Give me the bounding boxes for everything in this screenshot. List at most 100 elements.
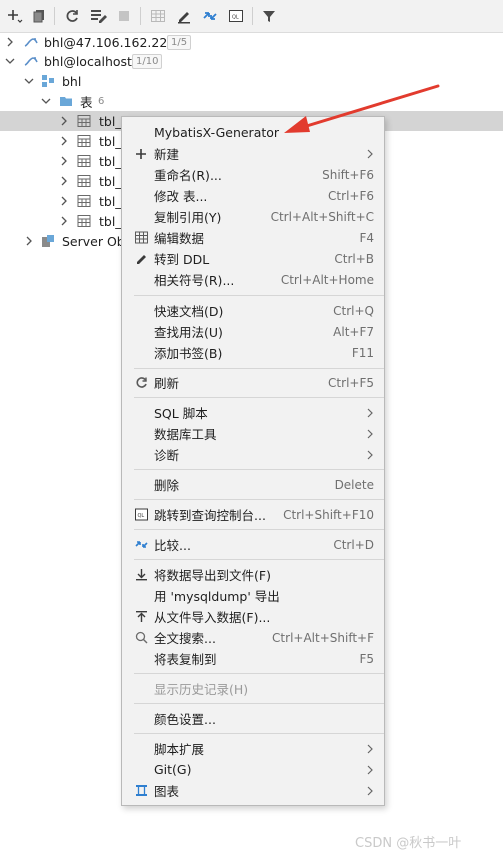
download-icon [134, 568, 148, 582]
schema-icon [42, 75, 54, 87]
pencil-icon [134, 252, 148, 266]
folder-icon [60, 97, 72, 106]
menu-item-jump-to-console[interactable]: QL 跳转到查询控制台... Ctrl+Shift+F10 [122, 504, 384, 525]
datasource-label: bhl@localhost [44, 53, 132, 69]
add-icon[interactable] [5, 6, 25, 26]
tree-row-local-datasource[interactable]: bhl@localhost 1/10 [0, 51, 503, 71]
properties-icon[interactable] [89, 6, 109, 26]
mysql-datasource-icon [24, 57, 38, 66]
menu-item-git[interactable]: Git(G) [122, 759, 384, 780]
menu-item-mysqldump-export[interactable]: 用 'mysqldump' 导出 [122, 585, 384, 606]
menu-item-sql-scripts[interactable]: SQL 脚本 [122, 402, 384, 423]
menu-separator [134, 529, 384, 530]
refresh-icon [134, 376, 148, 390]
menu-item-compare[interactable]: 比较... Ctrl+D [122, 534, 384, 555]
sql-console-icon: QL [134, 508, 148, 522]
table-count: 6 [98, 95, 105, 107]
menu-separator [134, 703, 384, 704]
menu-item-delete[interactable]: 删除 Delete [122, 474, 384, 495]
upload-icon [134, 610, 148, 624]
menu-item-goto-ddl[interactable]: 转到 DDL Ctrl+B [122, 248, 384, 269]
edit-icon[interactable] [174, 6, 194, 26]
menu-item-add-bookmark[interactable]: 添加书签(B) F11 [122, 342, 384, 363]
menu-item-related-symbols[interactable]: 相关符号(R)... Ctrl+Alt+Home [122, 269, 384, 290]
menu-item-edit-data[interactable]: 编辑数据 F4 [122, 227, 384, 248]
schema-label: bhl [62, 73, 82, 89]
table-icon [77, 115, 91, 127]
menu-item-full-text-search[interactable]: 全文搜索... Ctrl+Alt+Shift+F [122, 627, 384, 648]
compare-icon [134, 538, 148, 552]
menu-item-rename[interactable]: 重命名(R)... Shift+F6 [122, 164, 384, 185]
chevron-right-icon[interactable] [24, 236, 34, 246]
toolbar: QL [0, 0, 503, 33]
stop-icon [114, 6, 134, 26]
chevron-right-icon[interactable] [59, 156, 69, 166]
menu-item-quick-doc[interactable]: 快速文档(D) Ctrl+Q [122, 300, 384, 321]
chevron-down-icon[interactable] [24, 76, 34, 86]
menu-separator [134, 499, 384, 500]
menu-separator [134, 559, 384, 560]
submenu-arrow-icon [367, 429, 373, 438]
sql-console-icon[interactable]: QL [226, 6, 246, 26]
chevron-right-icon[interactable] [59, 196, 69, 206]
svg-text:QL: QL [232, 15, 239, 21]
tree-row-remote-datasource[interactable]: bhl@47.106.162.222 1/5 [0, 32, 503, 52]
tree-row-schema[interactable]: bhl [0, 71, 503, 91]
datasource-label: bhl@47.106.162.222 [44, 34, 176, 50]
table-icon [77, 135, 91, 147]
menu-item-diagnostics[interactable]: 诊断 [122, 444, 384, 465]
chevron-down-icon[interactable] [5, 56, 15, 66]
menu-item-mybatisx-generator[interactable]: MybatisX-Generator [122, 122, 384, 143]
menu-item-new[interactable]: 新建 [122, 143, 384, 164]
context-menu: MybatisX-Generator 新建 重命名(R)... Shift+F6… [121, 116, 385, 806]
submenu-arrow-icon [367, 450, 373, 459]
menu-item-color-settings[interactable]: 颜色设置... [122, 708, 384, 729]
plus-icon [134, 147, 148, 161]
menu-item-database-tools[interactable]: 数据库工具 [122, 423, 384, 444]
chevron-right-icon[interactable] [59, 116, 69, 126]
menu-separator [134, 733, 384, 734]
chevron-right-icon[interactable] [5, 37, 15, 47]
chevron-right-icon[interactable] [59, 136, 69, 146]
menu-separator [134, 397, 384, 398]
search-icon [134, 631, 148, 645]
submenu-arrow-icon [367, 408, 373, 417]
filter-icon[interactable] [259, 6, 279, 26]
schema-count-badge: 1/10 [132, 53, 163, 69]
submenu-arrow-icon [367, 744, 373, 753]
table-icon [77, 195, 91, 207]
mysql-datasource-icon [24, 38, 38, 47]
chevron-down-icon[interactable] [41, 96, 51, 106]
refresh-icon[interactable] [62, 6, 82, 26]
server-objects-label: Server Ob [62, 233, 125, 249]
menu-item-export-to-file[interactable]: 将数据导出到文件(F) [122, 564, 384, 585]
chevron-right-icon[interactable] [59, 216, 69, 226]
menu-separator [134, 295, 384, 296]
menu-item-refresh[interactable]: 刷新 Ctrl+F5 [122, 372, 384, 393]
menu-item-find-usages[interactable]: 查找用法(U) Alt+F7 [122, 321, 384, 342]
schema-count-badge: 1/5 [167, 34, 192, 50]
svg-text:QL: QL [137, 513, 144, 519]
table-label: tbl_ [99, 113, 122, 129]
menu-item-copy-reference[interactable]: 复制引用(Y) Ctrl+Alt+Shift+C [122, 206, 384, 227]
menu-separator [134, 368, 384, 369]
menu-item-copy-table-to[interactable]: 将表复制到 F5 [122, 648, 384, 669]
submenu-arrow-icon [367, 765, 373, 774]
menu-item-import-from-file[interactable]: 从文件导入数据(F)... [122, 606, 384, 627]
menu-item-script-extensions[interactable]: 脚本扩展 [122, 738, 384, 759]
diagram-icon [134, 784, 148, 798]
tables-folder-label: 表 [80, 94, 93, 110]
submenu-arrow-icon [367, 786, 373, 795]
table-icon [77, 215, 91, 227]
menu-item-modify-table[interactable]: 修改 表... Ctrl+F6 [122, 185, 384, 206]
tree-row-tables-folder[interactable]: 表 6 [0, 91, 503, 111]
watermark: CSDN @秋书一叶 [355, 836, 462, 851]
server-objects-icon [42, 235, 54, 247]
copy-icon[interactable] [29, 6, 49, 26]
table-icon [77, 155, 91, 167]
menu-item-diagrams[interactable]: 图表 [122, 780, 384, 801]
submenu-arrow-icon [367, 149, 373, 158]
menu-separator [134, 469, 384, 470]
chevron-right-icon[interactable] [59, 176, 69, 186]
compare-icon[interactable] [200, 6, 220, 26]
